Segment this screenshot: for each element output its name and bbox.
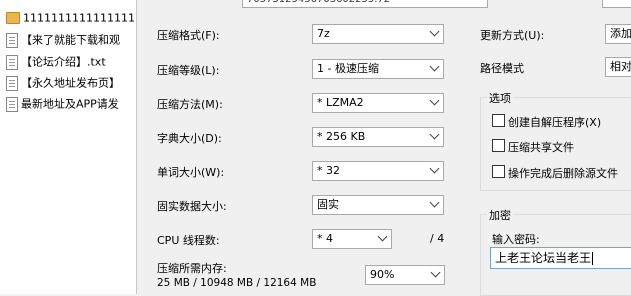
path-mode-select[interactable]: 相对 (605, 57, 631, 77)
file-item[interactable]: 【永久地址发布页】 (2, 73, 138, 92)
update-select[interactable]: 添加 (605, 24, 631, 44)
text-caret (592, 252, 594, 265)
method-value: * LZMA2 (317, 96, 364, 109)
dict-label: 字典大小(D): (157, 132, 222, 145)
file-list: 11111111111111111 【来了就能下载和观 【论坛介绍】.txt 【… (0, 0, 138, 294)
format-value: 7z (317, 27, 330, 40)
update-label: 更新方式(U): (480, 29, 545, 42)
method-label: 压缩方法(M): (157, 98, 223, 111)
threads-value: * 4 (317, 232, 333, 245)
format-label: 压缩格式(F): (157, 29, 220, 42)
archive-path-input[interactable]: 70575125456703602255.72 (242, 0, 488, 8)
chevron-down-icon (377, 231, 388, 242)
password-input[interactable]: 上老王论坛当老王 (490, 247, 631, 269)
file-name: 【论坛介绍】.txt (21, 55, 106, 69)
format-select[interactable]: 7z (312, 24, 444, 44)
file-name: 【来了就能下载和观 (21, 33, 120, 47)
memory-value: 25 MB / 10948 MB / 12164 MB (157, 277, 317, 289)
solid-label: 固实数据大小: (157, 200, 227, 213)
chevron-down-icon (430, 267, 441, 278)
shared-files-checkbox[interactable] (492, 139, 505, 152)
delete-source-checkbox[interactable] (492, 165, 505, 178)
word-value: * 32 (317, 164, 340, 177)
sfx-label: 创建自解压程序(X) (508, 116, 602, 129)
update-value: 添加 (610, 27, 631, 40)
level-value: 1 - 极速压缩 (317, 62, 379, 75)
document-icon (6, 75, 18, 91)
file-name: 11111111111111111 (23, 11, 138, 25)
chevron-down-icon (429, 61, 440, 72)
file-item[interactable]: 【论坛介绍】.txt (2, 52, 138, 71)
shared-files-label: 压缩共享文件 (508, 141, 574, 154)
file-item[interactable]: 【来了就能下载和观 (2, 30, 138, 49)
chevron-down-icon (429, 95, 440, 106)
memory-percent-value: 90% (370, 268, 395, 281)
chevron-down-icon (429, 26, 440, 37)
solid-select[interactable]: 固实 (312, 195, 444, 215)
password-label: 输入密码: (492, 233, 540, 246)
chevron-down-icon (429, 197, 440, 208)
delete-source-label: 操作完成后删除源文件 (508, 167, 618, 180)
encryption-title: 加密 (487, 207, 513, 223)
threads-select[interactable]: * 4 (312, 229, 392, 249)
document-icon (6, 32, 18, 48)
dict-value: * 256 KB (317, 130, 366, 143)
threads-max: / 4 (430, 232, 445, 245)
word-select[interactable]: * 32 (312, 161, 444, 181)
memory-percent-select[interactable]: 90% (365, 265, 445, 285)
file-name: 最新地址及APP请发 (21, 97, 119, 111)
path-mode-label: 路径模式 (480, 62, 524, 75)
document-icon (6, 54, 18, 70)
browse-field[interactable] (602, 0, 631, 8)
password-value: 上老王论坛当老王 (495, 251, 592, 265)
threads-label: CPU 线程数: (157, 234, 220, 247)
level-select[interactable]: 1 - 极速压缩 (312, 59, 444, 79)
compression-dialog: 70575125456703602255.72 压缩格式(F): 7z 压缩等级… (136, 0, 631, 296)
level-label: 压缩等级(L): (157, 64, 220, 77)
folder-icon (6, 12, 20, 24)
solid-value: 固实 (317, 198, 339, 211)
file-name: 【永久地址发布页】 (21, 76, 120, 90)
file-item-folder[interactable]: 11111111111111111 (2, 8, 138, 27)
dict-select[interactable]: * 256 KB (312, 127, 444, 147)
chevron-down-icon (429, 163, 440, 174)
method-select[interactable]: * LZMA2 (312, 93, 444, 113)
path-mode-value: 相对 (610, 60, 631, 73)
options-title: 选项 (487, 90, 513, 106)
document-icon (6, 96, 18, 112)
chevron-down-icon (429, 129, 440, 140)
file-item[interactable]: 最新地址及APP请发 (2, 94, 138, 113)
sfx-checkbox[interactable] (492, 114, 505, 127)
memory-label: 压缩所需内存: (157, 262, 227, 275)
word-label: 单词大小(W): (157, 166, 225, 179)
